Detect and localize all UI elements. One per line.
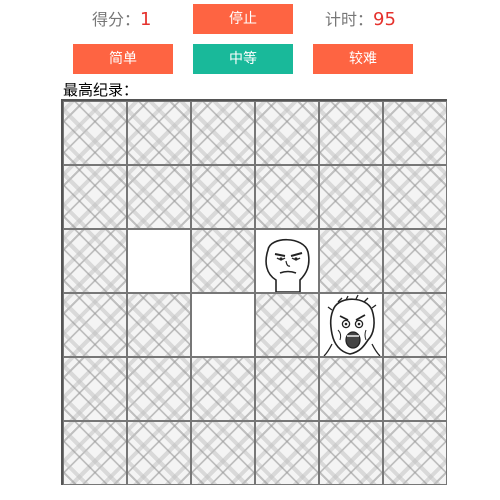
board-cell[interactable]	[191, 293, 255, 357]
board-cell[interactable]	[127, 357, 191, 421]
board-cell[interactable]	[191, 421, 255, 485]
board-cell[interactable]	[255, 421, 319, 485]
board-cell[interactable]	[191, 165, 255, 229]
board-cell[interactable]	[127, 229, 191, 293]
easy-difficulty-button[interactable]: 简单	[73, 44, 173, 74]
board-cell[interactable]	[383, 229, 447, 293]
board-cell[interactable]	[63, 293, 127, 357]
board-cell[interactable]	[255, 229, 319, 293]
board-cell[interactable]	[319, 101, 383, 165]
board-cell[interactable]	[127, 421, 191, 485]
board-cell[interactable]	[383, 421, 447, 485]
board-cell[interactable]	[255, 101, 319, 165]
board-cell[interactable]	[63, 421, 127, 485]
board-cell[interactable]	[319, 293, 383, 357]
game-board	[61, 99, 447, 485]
board-cell[interactable]	[127, 165, 191, 229]
high-score-label: 最高纪录：	[63, 81, 139, 99]
board-cell[interactable]	[383, 293, 447, 357]
board-cell[interactable]	[319, 165, 383, 229]
stop-button[interactable]: 停止	[193, 4, 293, 34]
board-cell[interactable]	[255, 357, 319, 421]
board-cell[interactable]	[255, 165, 319, 229]
board-cell[interactable]	[127, 293, 191, 357]
board-cell[interactable]	[63, 101, 127, 165]
medium-difficulty-button[interactable]: 中等	[193, 44, 293, 74]
board-cell[interactable]	[63, 357, 127, 421]
score-display: 得分：1	[92, 8, 151, 32]
timer-value: 95	[373, 9, 396, 30]
board-cell[interactable]	[383, 357, 447, 421]
board-cell[interactable]	[319, 421, 383, 485]
board-cell[interactable]	[63, 229, 127, 293]
score-value: 1	[140, 9, 152, 30]
hard-difficulty-button[interactable]: 较难	[313, 44, 413, 74]
board-cell[interactable]	[191, 229, 255, 293]
board-cell[interactable]	[383, 165, 447, 229]
score-label: 得分：	[92, 10, 141, 29]
board-cell[interactable]	[319, 357, 383, 421]
board-cell[interactable]	[191, 357, 255, 421]
board-cell[interactable]	[127, 101, 191, 165]
timer-label: 计时：	[325, 10, 374, 29]
board-cell[interactable]	[63, 165, 127, 229]
board-cell[interactable]	[319, 229, 383, 293]
timer-display: 计时：95	[325, 8, 396, 32]
board-cell[interactable]	[383, 101, 447, 165]
board-cell[interactable]	[255, 293, 319, 357]
board-cell[interactable]	[191, 101, 255, 165]
